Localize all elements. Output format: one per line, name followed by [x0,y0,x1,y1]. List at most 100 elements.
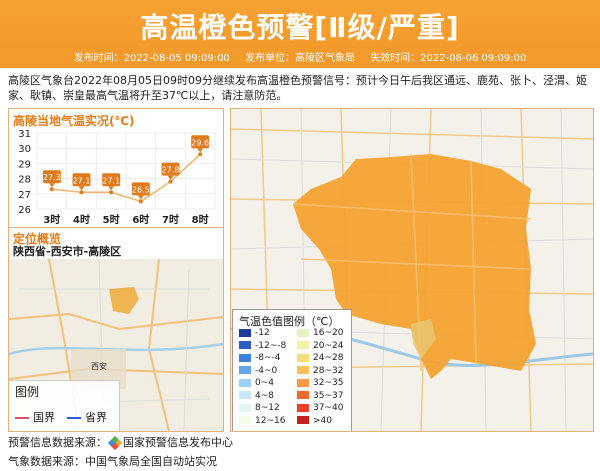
legend-item: 28~32 [297,366,343,376]
data-point [138,199,143,204]
legend-label: 0~4 [255,378,274,388]
legend-item: 0~4 [239,378,274,388]
weather-source-line: 气象数据来源：中国气象局全国自动站实况 [8,455,217,468]
location-text: 陕西省-西安市-高陵区 [13,245,122,258]
legend-label: 20~24 [313,340,344,351]
data-label: 26.5 [132,185,150,194]
data-point [109,190,114,195]
data-label-pointer [137,195,144,200]
legend-item: 35~37 [297,391,343,401]
y-tick-label: 29 [18,159,31,170]
provincial-border-label: 省界 [85,411,107,424]
legend-item: 20~24 [297,341,343,351]
legend-swatch [297,341,309,349]
legend-national: 国界 [15,409,55,425]
legend-label: -8~-4 [255,353,281,363]
data-label-pointer [197,148,204,153]
data-point [49,187,54,192]
publish-time: 发布时间：2022-08-05 09:09:00 [73,53,230,64]
data-label: 27.8 [162,166,180,175]
x-tick-label: 6时 [132,213,149,226]
legend-label: -12 [255,328,270,338]
expire-time: 失效时间：2022-08-06 09:09:00 [370,53,527,64]
legend-label: 35~37 [313,390,344,401]
data-label-pointer [48,183,55,188]
legend-label: 24~28 [313,353,344,363]
y-tick-label: 31 [18,129,31,140]
legend-swatch [239,366,251,374]
national-border-swatch [15,417,29,419]
legend-swatch [239,353,251,362]
legend-swatch [239,416,251,424]
y-tick-label: 28 [18,175,31,186]
x-tick-label: 4时 [73,213,90,226]
legend-swatch [239,391,251,399]
heat-map-panel[interactable]: 气温色值图例（℃） -12 -12~-8 -8~-4 -4~0 0~4 4~8 8~12 12… [230,108,594,432]
data-label: 27.1 [73,176,91,185]
legend-swatch [239,378,251,387]
legend-label: -12~-8 [255,340,287,351]
y-tick-label: 27 [18,190,31,201]
legend-label: 8~12 [255,403,280,413]
data-label: 27.1 [102,176,120,185]
y-tick-label: 30 [18,144,31,155]
legend-item: -8~-4 [239,353,281,363]
legend-swatch [297,416,309,424]
provincial-border-swatch [67,417,81,419]
warning-source-name: 国家预警信息发布中心 [123,436,233,449]
legend-label: 12~16 [255,415,286,426]
legend-swatch [297,403,309,412]
overview-legend-title: 图例 [15,385,40,399]
data-label: 29.6 [191,138,209,147]
legend-item: 32~35 [297,378,343,388]
legend-item: -12~-8 [239,341,286,351]
data-label-pointer [78,186,85,191]
legend-swatch [297,353,309,362]
legend-swatch [239,403,251,412]
x-tick-label: 8时 [192,213,209,226]
data-point [198,152,203,157]
legend-label: 32~35 [313,378,344,388]
publisher: 发布单位：高陵区气象局 [245,53,355,64]
warning-meta-bar: 发布时间：2022-08-05 09:09:00 发布单位：高陵区气象局 失效时… [0,50,600,68]
x-tick-label: 3时 [43,213,60,226]
left-panel: 高陵当地气温实况(℃) 31 30 29 28 27 26 27.3 3时 27.1 4时 27.1… [8,108,224,432]
warning-center-logo-icon [107,435,123,451]
legend-swatch [297,328,309,337]
data-point [79,190,84,195]
overview-map[interactable]: 西安 图例 国界 省界 [9,259,223,431]
color-legend-title: 气温色值图例（℃） [239,315,340,328]
temperature-color-legend: 气温色值图例（℃） -12 -12~-8 -8~-4 -4~0 0~4 4~8 8~12 12… [232,309,352,431]
legend-item: -12 [239,328,270,338]
legend-swatch [239,341,251,349]
data-point [168,179,173,184]
legend-swatch [239,328,251,337]
warning-description: 高陵区气象台2022年08月05日09时09分继续发布高温橙色预警信号：预计今日… [8,74,587,102]
legend-label: 28~32 [313,365,344,376]
warning-title: 高温橙色预警[Ⅱ级/严重] [140,11,460,44]
legend-label: 37~40 [313,403,344,413]
legend-item: 4~8 [239,391,274,401]
warning-source-line: 预警信息数据来源： 国家预警信息发布中心 [8,434,233,451]
overview-map-legend: 图例 国界 省界 [9,380,120,431]
temperature-chart: 31 30 29 28 27 26 27.3 3时 27.1 4时 27.1 5时 26.5 6时 27.8… [18,129,216,226]
panel-divider [9,227,223,228]
data-label-pointer [108,186,115,191]
header-banner: 高温橙色预警[Ⅱ级/严重] [0,0,600,50]
legend-label: -4~0 [255,365,278,376]
legend-provincial: 省界 [67,409,107,425]
legend-item: >40 [297,416,332,426]
legend-label: 16~20 [313,328,344,338]
map-city-label: 西安 [91,361,107,371]
x-tick-label: 7时 [162,213,179,226]
legend-swatch [297,366,309,374]
warning-source-label: 预警信息数据来源： [8,436,107,449]
legend-item: 8~12 [239,403,280,413]
legend-item: 24~28 [297,353,343,363]
legend-item: 16~20 [297,328,343,338]
legend-item: -4~0 [239,366,277,376]
national-border-label: 国界 [33,411,55,424]
legend-swatch [297,378,309,387]
legend-item: 37~40 [297,403,343,413]
legend-item: 12~16 [239,416,285,426]
